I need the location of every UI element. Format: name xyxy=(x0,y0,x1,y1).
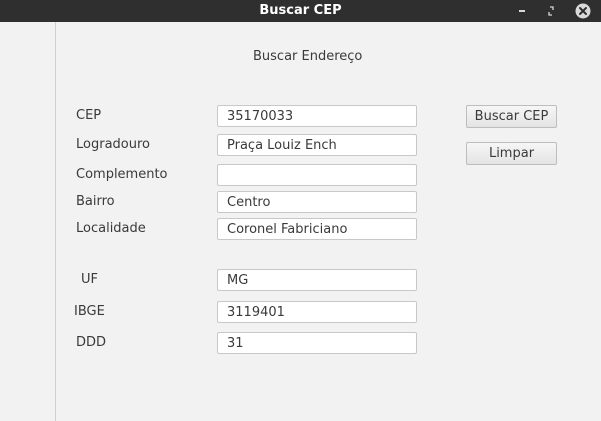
complemento-label: Complemento xyxy=(76,167,168,182)
ibge-label: IBGE xyxy=(74,304,105,319)
clear-button[interactable]: Limpar xyxy=(466,142,557,165)
ibge-field[interactable] xyxy=(217,301,417,323)
minimize-icon[interactable] xyxy=(515,0,529,22)
bairro-field[interactable] xyxy=(217,191,417,213)
localidade-field[interactable] xyxy=(217,218,417,240)
search-cep-button[interactable]: Buscar CEP xyxy=(466,105,557,128)
ddd-label: DDD xyxy=(76,335,107,350)
window-body: Buscar Endereço CEP Logradouro Complemen… xyxy=(0,22,601,421)
cep-label: CEP xyxy=(76,108,102,123)
title-bar: Buscar CEP xyxy=(0,0,601,22)
uf-field[interactable] xyxy=(217,269,417,291)
close-icon[interactable] xyxy=(574,2,592,20)
form-heading: Buscar Endereço xyxy=(253,49,363,64)
window-title: Buscar CEP xyxy=(259,3,342,18)
complemento-field[interactable] xyxy=(217,164,417,186)
logradouro-label: Logradouro xyxy=(76,137,150,152)
maximize-icon[interactable] xyxy=(544,0,558,22)
cep-field[interactable] xyxy=(217,105,417,127)
bairro-label: Bairro xyxy=(76,194,115,209)
logradouro-field[interactable] xyxy=(217,134,417,156)
left-panel-divider xyxy=(55,22,56,421)
localidade-label: Localidade xyxy=(76,221,146,236)
uf-label: UF xyxy=(81,272,98,287)
ddd-field[interactable] xyxy=(217,332,417,354)
